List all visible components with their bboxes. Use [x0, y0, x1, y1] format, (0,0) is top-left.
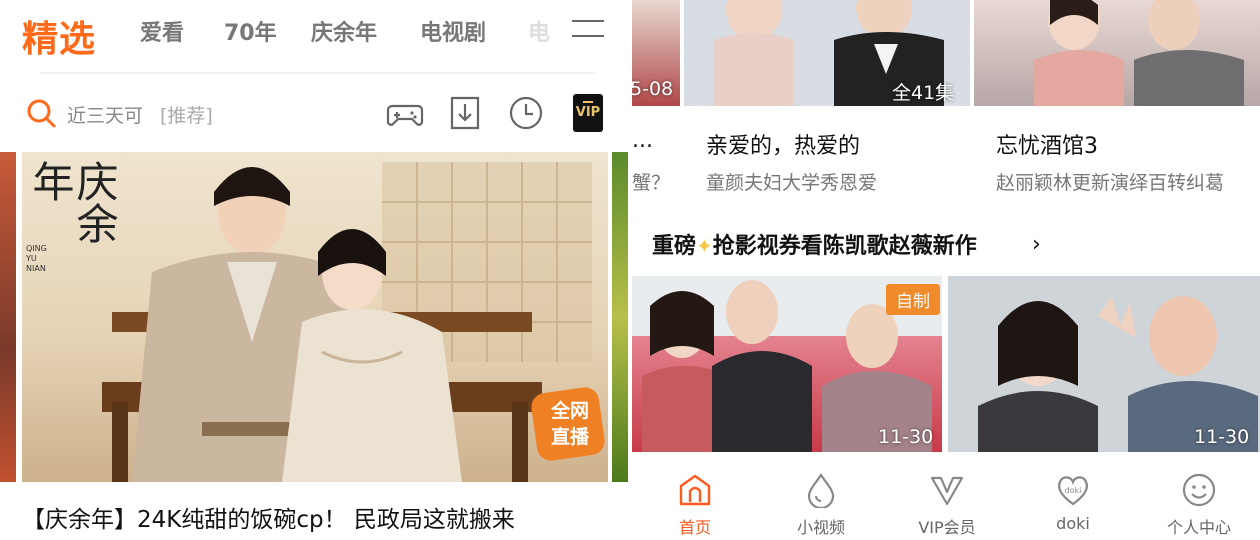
search-icon	[27, 99, 56, 128]
vip-icon[interactable]: VIP	[573, 94, 603, 132]
home-icon	[679, 474, 711, 506]
left-screen: 精选 爱看 70年 庆余年 电视剧 电 近三天可 [推荐] VIP 庆余年 QI…	[0, 0, 628, 540]
thumb-date: 5-08	[632, 78, 674, 100]
search-bar[interactable]: 近三天可 [推荐]	[0, 86, 628, 138]
show-logo: 庆余年 QING YU NIAN	[26, 160, 119, 273]
gamepad-icon[interactable]	[386, 94, 424, 132]
tab-aikan[interactable]: 爱看	[140, 15, 184, 47]
svg-text:doki: doki	[1065, 486, 1082, 495]
tab-tv-series[interactable]: 电视剧	[420, 15, 486, 47]
nav-divider	[40, 72, 596, 74]
self-produced-badge: 自制	[886, 284, 940, 315]
search-query-text: 近三天可	[67, 105, 144, 127]
card-title-wang-you[interactable]: 忘忧酒馆3	[996, 128, 1098, 160]
vip-crown-icon	[930, 476, 964, 506]
promo-banner[interactable]: 重磅✦抢影视券看陈凯歌赵薇新作	[652, 228, 977, 260]
card-title[interactable]: ...	[632, 128, 653, 153]
video-duration: 11-30	[1194, 426, 1250, 448]
tab-vip-membership[interactable]: VIP会员	[884, 456, 1010, 540]
card-subtitle-wang-you: 赵丽颖林更新演绎百转纠葛	[996, 172, 1225, 194]
right-screen: 5-08 全41集 ... 蟹？ 亲爱的，热爱的 童颜夫妇大学秀恩爱 忘忧酒馆3…	[632, 0, 1260, 540]
video-card-2[interactable]: 11-30	[948, 276, 1260, 452]
tab-profile[interactable]: 个人中心	[1136, 456, 1260, 540]
live-broadcast-badge: 全网 直播	[529, 385, 607, 463]
hero-banner[interactable]: 庆余年 QING YU NIAN 全网 直播	[22, 152, 608, 482]
card-subtitle-dear-beloved: 童颜夫妇大学秀恩爱	[706, 172, 878, 194]
thumb-episodes: 全41集	[892, 82, 955, 104]
video-duration: 11-30	[878, 426, 934, 448]
card-subtitle: 蟹？	[632, 172, 671, 194]
carousel-prev-peek[interactable]	[0, 152, 16, 482]
tab-more-faded[interactable]: 电	[528, 15, 550, 47]
droplet-icon	[807, 473, 835, 508]
brand-tab-featured[interactable]: 精选	[22, 10, 96, 62]
history-clock-icon[interactable]	[507, 94, 545, 132]
thumb-wang-you[interactable]	[974, 0, 1260, 106]
doki-heart-icon: doki	[1058, 476, 1088, 506]
smiley-icon	[1182, 473, 1216, 507]
thumb-dear-beloved[interactable]: 全41集	[684, 0, 970, 106]
thumb-cropped[interactable]: 5-08	[632, 0, 680, 106]
sparkle-icon: ✦	[696, 234, 713, 258]
search-hint-text: [推荐]	[160, 105, 213, 127]
download-icon[interactable]	[446, 94, 484, 132]
menu-icon[interactable]	[572, 18, 606, 40]
top-nav: 精选 爱看 70年 庆余年 电视剧 电	[0, 0, 628, 62]
tab-70-years[interactable]: 70年	[224, 15, 277, 47]
hero-title[interactable]: 【庆余年】24K纯甜的饭碗cp！ 民政局这就搬来	[22, 500, 515, 534]
card-title-dear-beloved[interactable]: 亲爱的，热爱的	[706, 128, 860, 160]
tab-qing-yu-nian[interactable]: 庆余年	[311, 15, 377, 47]
tab-short-video[interactable]: 小视频	[758, 456, 884, 540]
chevron-right-icon[interactable]: ›	[1032, 232, 1041, 257]
carousel-next-peek[interactable]	[612, 152, 628, 482]
tab-doki[interactable]: doki doki	[1010, 456, 1136, 540]
bottom-tab-bar: 首页 小视频 VIP会员 doki doki 个人中心	[632, 456, 1260, 540]
thumb-artwork	[1034, 0, 1244, 106]
tab-home[interactable]: 首页	[632, 456, 758, 540]
